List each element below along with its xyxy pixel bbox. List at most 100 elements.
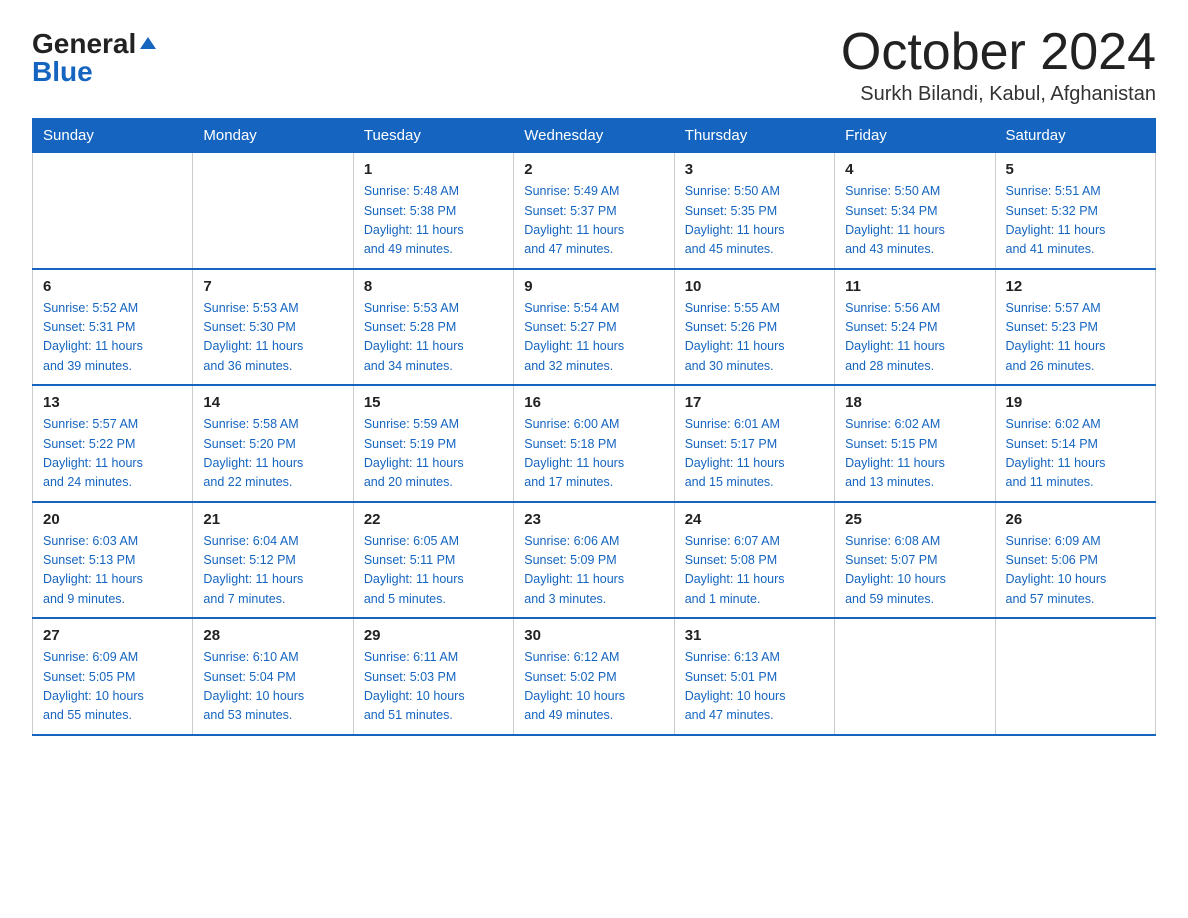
day-info: Sunrise: 6:05 AM Sunset: 5:11 PM Dayligh… [364,532,503,610]
day-info: Sunrise: 5:55 AM Sunset: 5:26 PM Dayligh… [685,299,824,377]
subtitle: Surkh Bilandi, Kabul, Afghanistan [841,83,1156,106]
day-info: Sunrise: 5:49 AM Sunset: 5:37 PM Dayligh… [524,182,663,260]
day-info: Sunrise: 5:56 AM Sunset: 5:24 PM Dayligh… [845,299,984,377]
calendar-cell-w1d5: 3 Sunrise: 5:50 AM Sunset: 5:35 PM Daylig… [674,153,834,269]
day-number: 4 [845,161,984,178]
day-info: Sunrise: 6:10 AM Sunset: 5:04 PM Dayligh… [203,648,342,726]
day-info: Sunrise: 5:58 AM Sunset: 5:20 PM Dayligh… [203,415,342,493]
header-thursday: Thursday [674,119,834,153]
day-number: 18 [845,394,984,411]
calendar-cell-w2d4: 9 Sunrise: 5:54 AM Sunset: 5:27 PM Daylig… [514,269,674,386]
day-info: Sunrise: 6:01 AM Sunset: 5:17 PM Dayligh… [685,415,824,493]
calendar-cell-w5d3: 29 Sunrise: 6:11 AM Sunset: 5:03 PM Dayli… [353,618,513,735]
logo-triangle-icon [139,35,157,56]
calendar-cell-w1d1 [33,153,193,269]
day-number: 9 [524,278,663,295]
day-info: Sunrise: 6:03 AM Sunset: 5:13 PM Dayligh… [43,532,182,610]
day-info: Sunrise: 6:00 AM Sunset: 5:18 PM Dayligh… [524,415,663,493]
day-number: 22 [364,511,503,528]
header-wednesday: Wednesday [514,119,674,153]
calendar-week-3: 13 Sunrise: 5:57 AM Sunset: 5:22 PM Dayli… [33,385,1156,502]
calendar-cell-w4d4: 23Sunrise: 6:06 AM Sunset: 5:09 PM Dayli… [514,502,674,619]
day-number: 11 [845,278,984,295]
day-info: Sunrise: 5:52 AM Sunset: 5:31 PM Dayligh… [43,299,182,377]
day-info: Sunrise: 5:48 AM Sunset: 5:38 PM Dayligh… [364,182,503,260]
logo: General Blue [32,24,157,88]
day-info: Sunrise: 6:09 AM Sunset: 5:06 PM Dayligh… [1006,532,1145,610]
page-title: October 2024 [841,24,1156,81]
page-header: General Blue October 2024 Surkh Bilandi,… [32,24,1156,106]
calendar-cell-w3d5: 17 Sunrise: 6:01 AM Sunset: 5:17 PM Dayli… [674,385,834,502]
day-info: Sunrise: 5:53 AM Sunset: 5:28 PM Dayligh… [364,299,503,377]
day-number: 10 [685,278,824,295]
calendar-header-row: SundayMondayTuesdayWednesdayThursdayFrid… [33,119,1156,153]
calendar-cell-w5d6 [835,618,995,735]
day-info: Sunrise: 6:04 AM Sunset: 5:12 PM Dayligh… [203,532,342,610]
day-info: Sunrise: 6:13 AM Sunset: 5:01 PM Dayligh… [685,648,824,726]
title-block: October 2024 Surkh Bilandi, Kabul, Afgha… [841,24,1156,106]
day-info: Sunrise: 5:59 AM Sunset: 5:19 PM Dayligh… [364,415,503,493]
calendar-cell-w2d5: 10 Sunrise: 5:55 AM Sunset: 5:26 PM Dayli… [674,269,834,386]
day-number: 25 [845,511,984,528]
day-number: 26 [1006,511,1145,528]
day-info: Sunrise: 6:02 AM Sunset: 5:15 PM Dayligh… [845,415,984,493]
calendar-cell-w2d6: 11 Sunrise: 5:56 AM Sunset: 5:24 PM Dayli… [835,269,995,386]
calendar-cell-w5d5: 31Sunrise: 6:13 AM Sunset: 5:01 PM Dayli… [674,618,834,735]
day-info: Sunrise: 6:11 AM Sunset: 5:03 PM Dayligh… [364,648,503,726]
day-number: 15 [364,394,503,411]
day-info: Sunrise: 5:54 AM Sunset: 5:27 PM Dayligh… [524,299,663,377]
calendar-cell-w2d7: 12 Sunrise: 5:57 AM Sunset: 5:23 PM Dayli… [995,269,1155,386]
day-number: 29 [364,627,503,644]
calendar-cell-w5d4: 30Sunrise: 6:12 AM Sunset: 5:02 PM Dayli… [514,618,674,735]
calendar-cell-w3d4: 16 Sunrise: 6:00 AM Sunset: 5:18 PM Dayli… [514,385,674,502]
day-number: 7 [203,278,342,295]
calendar-week-5: 27 Sunrise: 6:09 AM Sunset: 5:05 PM Dayli… [33,618,1156,735]
header-friday: Friday [835,119,995,153]
calendar-cell-w3d3: 15 Sunrise: 5:59 AM Sunset: 5:19 PM Dayli… [353,385,513,502]
day-info: Sunrise: 5:50 AM Sunset: 5:35 PM Dayligh… [685,182,824,260]
day-number: 3 [685,161,824,178]
calendar-table: SundayMondayTuesdayWednesdayThursdayFrid… [32,118,1156,736]
day-info: Sunrise: 6:08 AM Sunset: 5:07 PM Dayligh… [845,532,984,610]
day-info: Sunrise: 5:57 AM Sunset: 5:22 PM Dayligh… [43,415,182,493]
day-number: 21 [203,511,342,528]
header-monday: Monday [193,119,353,153]
calendar-cell-w4d7: 26 Sunrise: 6:09 AM Sunset: 5:06 PM Dayli… [995,502,1155,619]
calendar-cell-w1d7: 5Sunrise: 5:51 AM Sunset: 5:32 PM Daylig… [995,153,1155,269]
calendar-cell-w1d4: 2 Sunrise: 5:49 AM Sunset: 5:37 PM Daylig… [514,153,674,269]
day-number: 2 [524,161,663,178]
day-info: Sunrise: 6:12 AM Sunset: 5:02 PM Dayligh… [524,648,663,726]
header-tuesday: Tuesday [353,119,513,153]
day-number: 12 [1006,278,1145,295]
day-number: 14 [203,394,342,411]
day-info: Sunrise: 6:07 AM Sunset: 5:08 PM Dayligh… [685,532,824,610]
day-number: 13 [43,394,182,411]
calendar-cell-w5d2: 28 Sunrise: 6:10 AM Sunset: 5:04 PM Dayli… [193,618,353,735]
day-number: 16 [524,394,663,411]
day-number: 20 [43,511,182,528]
calendar-week-1: 1 Sunrise: 5:48 AM Sunset: 5:38 PM Daylig… [33,153,1156,269]
calendar-cell-w4d3: 22 Sunrise: 6:05 AM Sunset: 5:11 PM Dayli… [353,502,513,619]
calendar-cell-w3d1: 13 Sunrise: 5:57 AM Sunset: 5:22 PM Dayli… [33,385,193,502]
day-number: 28 [203,627,342,644]
day-number: 23 [524,511,663,528]
calendar-cell-w2d3: 8 Sunrise: 5:53 AM Sunset: 5:28 PM Daylig… [353,269,513,386]
day-number: 8 [364,278,503,295]
calendar-cell-w4d5: 24 Sunrise: 6:07 AM Sunset: 5:08 PM Dayli… [674,502,834,619]
header-saturday: Saturday [995,119,1155,153]
day-number: 24 [685,511,824,528]
calendar-cell-w1d2 [193,153,353,269]
day-number: 5 [1006,161,1145,178]
day-info: Sunrise: 5:57 AM Sunset: 5:23 PM Dayligh… [1006,299,1145,377]
calendar-cell-w2d1: 6Sunrise: 5:52 AM Sunset: 5:31 PM Daylig… [33,269,193,386]
calendar-cell-w3d2: 14 Sunrise: 5:58 AM Sunset: 5:20 PM Dayli… [193,385,353,502]
day-info: Sunrise: 6:09 AM Sunset: 5:05 PM Dayligh… [43,648,182,726]
calendar-cell-w4d1: 20 Sunrise: 6:03 AM Sunset: 5:13 PM Dayli… [33,502,193,619]
day-number: 17 [685,394,824,411]
calendar-cell-w1d6: 4Sunrise: 5:50 AM Sunset: 5:34 PM Daylig… [835,153,995,269]
calendar-week-2: 6Sunrise: 5:52 AM Sunset: 5:31 PM Daylig… [33,269,1156,386]
day-number: 1 [364,161,503,178]
day-number: 27 [43,627,182,644]
calendar-cell-w5d7 [995,618,1155,735]
logo-blue-text: Blue [32,56,93,88]
